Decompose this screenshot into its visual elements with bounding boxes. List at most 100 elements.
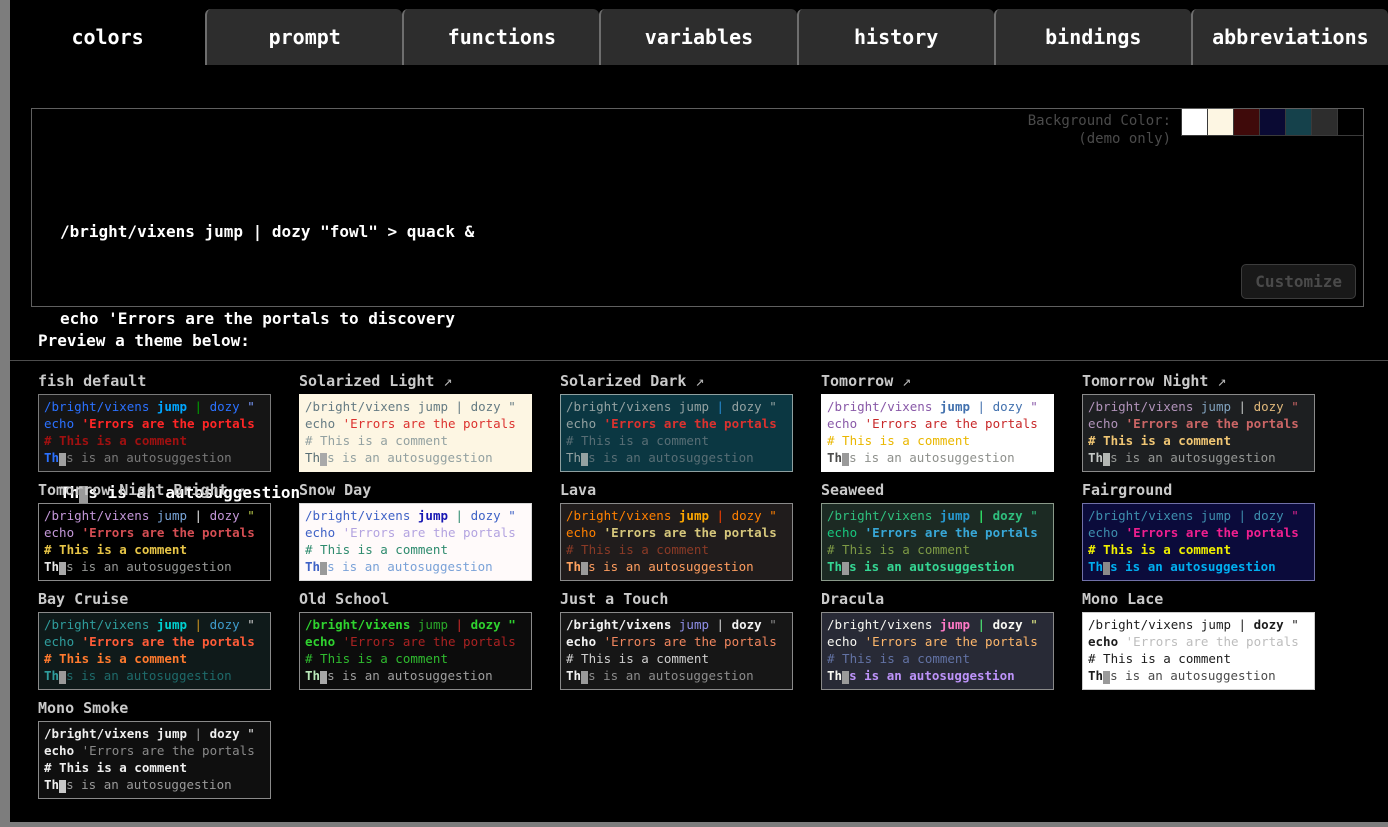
theme-sample-pipe: | bbox=[1239, 508, 1254, 523]
theme-preview-snow-day[interactable]: /bright/vixens jump | dozy "echo 'Errors… bbox=[299, 503, 532, 581]
theme-sample-typed: Th bbox=[827, 450, 842, 465]
theme-preview-solarized-dark[interactable]: /bright/vixens jump | dozy "echo 'Errors… bbox=[560, 394, 793, 472]
bg-swatch-cream[interactable] bbox=[1208, 109, 1233, 135]
bg-swatch-white[interactable] bbox=[1182, 109, 1207, 135]
theme-sample-quote: " bbox=[769, 617, 777, 632]
theme-preview-lava[interactable]: /bright/vixens jump | dozy "echo 'Errors… bbox=[560, 503, 793, 581]
theme-preview-dracula[interactable]: /bright/vixens jump | dozy "echo 'Errors… bbox=[821, 612, 1054, 690]
theme-sample-error-line: echo 'Errors are the portals bbox=[305, 633, 531, 650]
tab-functions[interactable]: functions bbox=[402, 9, 599, 65]
theme-sample-quote: " bbox=[508, 508, 516, 523]
theme-sample-error-string: 'Errors are the portals bbox=[604, 634, 777, 649]
theme-sample-path: /bright/vixens bbox=[827, 508, 940, 523]
theme-title-tomorrow-night-bright[interactable]: Tomorrow Night Bright ↗ bbox=[38, 481, 299, 500]
theme-sample-command: echo bbox=[305, 634, 343, 649]
theme-sample-autosuggestion: s is an autosuggestion bbox=[849, 450, 1015, 465]
theme-preview-fish-default[interactable]: /bright/vixens jump | dozy "echo 'Errors… bbox=[38, 394, 271, 472]
theme-sample-param2: dozy bbox=[993, 399, 1031, 414]
theme-sample-autosuggestion-line: Ths is an autosuggestion bbox=[566, 449, 792, 466]
tab-variables[interactable]: variables bbox=[599, 9, 796, 65]
theme-cell-solarized-dark: Solarized Dark ↗ /bright/vixens jump | do… bbox=[560, 372, 821, 472]
theme-preview-seaweed[interactable]: /bright/vixens jump | dozy "echo 'Errors… bbox=[821, 503, 1054, 581]
theme-sample-error-line: echo 'Errors are the portals bbox=[1088, 415, 1314, 432]
theme-title-solarized-light[interactable]: Solarized Light ↗ bbox=[299, 372, 560, 391]
theme-sample-autosuggestion: s is an autosuggestion bbox=[66, 668, 232, 683]
theme-preview-fairground[interactable]: /bright/vixens jump | dozy "echo 'Errors… bbox=[1082, 503, 1315, 581]
theme-title-seaweed: Seaweed bbox=[821, 481, 1082, 500]
theme-section-heading: Preview a theme below: bbox=[38, 331, 250, 350]
bg-swatch-dark-red[interactable] bbox=[1234, 109, 1259, 135]
theme-sample-cursor bbox=[581, 453, 588, 466]
theme-sample-path: /bright/vixens bbox=[44, 399, 157, 414]
theme-sample-param: jump bbox=[418, 617, 456, 632]
theme-cell-tomorrow-night-bright: Tomorrow Night Bright ↗/bright/vixens ju… bbox=[38, 481, 299, 581]
theme-sample-comment-line: # This is a comment bbox=[305, 650, 531, 667]
theme-sample-command: echo bbox=[566, 634, 604, 649]
theme-cell-fairground: Fairground/bright/vixens jump | dozy "ec… bbox=[1082, 481, 1343, 581]
theme-sample-error-string: 'Errors are the portals bbox=[82, 634, 255, 649]
theme-sample-param: jump bbox=[157, 399, 195, 414]
tab-bindings[interactable]: bindings bbox=[994, 9, 1191, 65]
theme-sample-param: jump bbox=[679, 617, 717, 632]
tab-colors[interactable]: colors bbox=[10, 9, 205, 65]
theme-sample-error-string: 'Errors are the portals bbox=[343, 634, 516, 649]
theme-sample-typed: Th bbox=[566, 668, 581, 683]
theme-preview-tomorrow[interactable]: /bright/vixens jump | dozy "echo 'Errors… bbox=[821, 394, 1054, 472]
bg-swatch-navy[interactable] bbox=[1260, 109, 1285, 135]
theme-sample-typed: Th bbox=[305, 559, 320, 574]
theme-sample-comment: # This is a comment bbox=[1088, 433, 1231, 448]
tab-history[interactable]: history bbox=[797, 9, 994, 65]
theme-sample-command-line: /bright/vixens jump | dozy " bbox=[827, 507, 1053, 524]
theme-title-tomorrow-night[interactable]: Tomorrow Night ↗ bbox=[1082, 372, 1343, 391]
theme-preview-just-a-touch[interactable]: /bright/vixens jump | dozy "echo 'Errors… bbox=[560, 612, 793, 690]
theme-sample-typed: Th bbox=[1088, 450, 1103, 465]
theme-sample-comment: # This is a comment bbox=[44, 651, 187, 666]
theme-sample-error-string: 'Errors are the portals bbox=[82, 416, 255, 431]
theme-name-label: Just a Touch bbox=[560, 590, 668, 608]
theme-sample-command: echo bbox=[44, 634, 82, 649]
theme-preview-mono-smoke[interactable]: /bright/vixens jump | dozy "echo 'Errors… bbox=[38, 721, 271, 799]
theme-sample-typed: Th bbox=[305, 450, 320, 465]
theme-preview-solarized-light[interactable]: /bright/vixens jump | dozy "echo 'Errors… bbox=[299, 394, 532, 472]
theme-sample-comment-line: # This is a comment bbox=[44, 650, 270, 667]
theme-sample-autosuggestion-line: Ths is an autosuggestion bbox=[44, 558, 270, 575]
theme-title-tomorrow[interactable]: Tomorrow ↗ bbox=[821, 372, 1082, 391]
bg-swatch-dark-gray[interactable] bbox=[1312, 109, 1337, 135]
theme-title-solarized-dark[interactable]: Solarized Dark ↗ bbox=[560, 372, 821, 391]
theme-sample-error-string: 'Errors are the portals bbox=[865, 416, 1038, 431]
tab-bar: colorspromptfunctionsvariableshistorybin… bbox=[10, 9, 1388, 65]
theme-sample-comment: # This is a comment bbox=[827, 433, 970, 448]
theme-sample-command-line: /bright/vixens jump | dozy " bbox=[1088, 616, 1314, 633]
theme-sample-command: echo bbox=[44, 525, 82, 540]
theme-preview-tomorrow-night-bright[interactable]: /bright/vixens jump | dozy "echo 'Errors… bbox=[38, 503, 271, 581]
theme-title-bay-cruise: Bay Cruise bbox=[38, 590, 299, 609]
bg-swatch-black[interactable] bbox=[1338, 109, 1363, 135]
tab-abbreviations[interactable]: abbreviations bbox=[1191, 9, 1388, 65]
theme-preview-bay-cruise[interactable]: /bright/vixens jump | dozy "echo 'Errors… bbox=[38, 612, 271, 690]
theme-sample-error-string: 'Errors are the portals bbox=[1126, 525, 1299, 540]
theme-preview-mono-lace[interactable]: /bright/vixens jump | dozy "echo 'Errors… bbox=[1082, 612, 1315, 690]
theme-sample-autosuggestion-line: Ths is an autosuggestion bbox=[566, 558, 792, 575]
theme-sample-error-string: 'Errors are the portals bbox=[1126, 634, 1299, 649]
theme-sample-param: jump bbox=[157, 508, 195, 523]
bg-swatch-dark-teal[interactable] bbox=[1286, 109, 1311, 135]
theme-sample-param2: dozy bbox=[993, 617, 1031, 632]
theme-sample-param2: dozy bbox=[471, 617, 509, 632]
sample-line-error: echo 'Errors are the portals to discover… bbox=[60, 304, 474, 333]
theme-preview-tomorrow-night[interactable]: /bright/vixens jump | dozy "echo 'Errors… bbox=[1082, 394, 1315, 472]
theme-sample-error-line: echo 'Errors are the portals bbox=[566, 633, 792, 650]
customize-button[interactable]: Customize bbox=[1241, 264, 1356, 299]
background-color-label-line2: (demo only) bbox=[1028, 130, 1171, 148]
theme-sample-autosuggestion-line: Th s is an autosuggestion bbox=[827, 449, 1053, 466]
theme-sample-quote: " bbox=[247, 508, 255, 523]
theme-sample-command-line: /bright/vixens jump | dozy " bbox=[44, 725, 270, 742]
tab-prompt[interactable]: prompt bbox=[205, 9, 402, 65]
theme-sample-path: /bright/vixens bbox=[566, 617, 679, 632]
theme-sample-pipe: | bbox=[978, 508, 993, 523]
theme-sample-error-line: echo 'Errors are the portals bbox=[566, 524, 792, 541]
theme-sample-path: /bright/vixens bbox=[566, 399, 679, 414]
theme-sample-comment-line: # This is a comment bbox=[827, 432, 1053, 449]
theme-preview-old-school[interactable]: /bright/vixens jump | dozy "echo 'Errors… bbox=[299, 612, 532, 690]
theme-sample-autosuggestion: s is an autosuggestion bbox=[849, 668, 1015, 683]
theme-sample-comment-line: # This is a comment bbox=[44, 759, 270, 776]
